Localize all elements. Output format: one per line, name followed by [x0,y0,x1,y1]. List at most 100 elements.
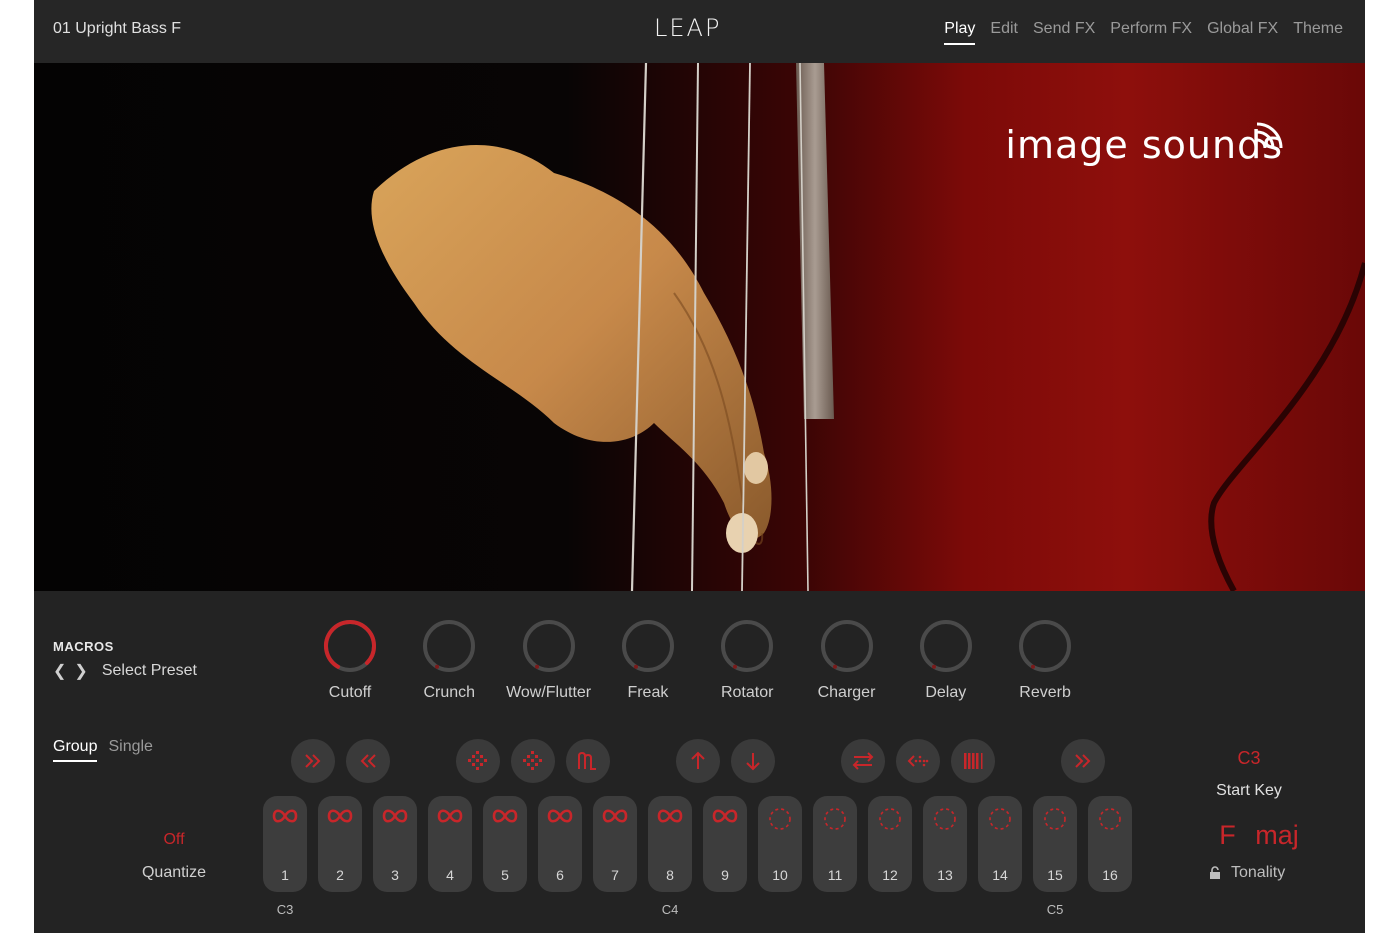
pad-number: 12 [882,867,898,883]
pad-number: 7 [611,867,619,883]
preset-name[interactable]: 01 Upright Bass F [53,20,181,38]
pad-icon-holder [986,806,1014,837]
pad-4[interactable]: 4 [428,796,472,892]
loop-infinity-icon [492,809,518,823]
scatter-reverse-icon [523,751,542,770]
tab-edit[interactable]: Edit [990,20,1018,45]
select-preset-button[interactable]: Select Preset [102,662,197,680]
pad-icon-holder [436,806,464,831]
pad-number: 6 [556,867,564,883]
macro-knob[interactable] [1017,618,1073,674]
pad-2[interactable]: 2 [318,796,362,892]
tab-global-fx[interactable]: Global FX [1207,20,1278,45]
pad-11[interactable]: 11 [813,796,857,892]
macro-knob[interactable] [620,618,676,674]
chevron-right-icon[interactable]: ❯ [74,661,87,681]
macro-knob[interactable] [819,618,875,674]
shape-wave-button[interactable] [566,739,610,783]
bars-icon [964,753,983,769]
macro-knob[interactable] [521,618,577,674]
loop-infinity-icon [382,809,408,823]
leap-logo: LEAP [654,14,722,42]
empty-slot-icon [769,808,791,830]
pad-15[interactable]: 15 [1033,796,1077,892]
start-key-value[interactable]: C3 [1199,748,1299,769]
macro-knob[interactable] [322,618,378,674]
pad-16[interactable]: 16 [1088,796,1132,892]
swap-icon [852,752,874,770]
macro-knob-wrapper: Crunch [404,618,494,702]
macro-knob-label: Rotator [720,684,774,701]
lock-icon[interactable] [1209,866,1221,880]
pad-14[interactable]: 14 [978,796,1022,892]
macro-knob-wrapper: Charger [802,618,892,702]
dotted-arrow-icon [907,755,929,767]
signal-waves-icon [1256,122,1283,149]
group-single-toggle: Group Single [53,738,153,762]
macro-knob-wrapper: Cutoff [305,618,395,702]
mode-single-button[interactable]: Single [108,738,152,762]
arrow-down-button[interactable] [731,739,775,783]
pad-number: 16 [1102,867,1118,883]
empty-slot-icon [1044,808,1066,830]
pad-icon-holder [656,806,684,831]
pad-5[interactable]: 5 [483,796,527,892]
tonality-label: Tonality [1231,864,1286,881]
macro-knob-wrapper: Wow/Flutter [504,618,594,702]
pad-number: 14 [992,867,1008,883]
pad-7[interactable]: 7 [593,796,637,892]
macro-knob-wrapper: Reverb [1000,618,1090,702]
fast-forward-button[interactable] [1061,739,1105,783]
rewind-button[interactable] [346,739,390,783]
swap-button[interactable] [841,739,885,783]
instrument-artwork: image sounds [34,63,1365,591]
arrow-up-button[interactable] [676,739,720,783]
arrow-down-icon [746,753,760,771]
pad-icon-holder [931,806,959,837]
macro-knob-label: Cutoff [328,684,372,701]
tab-perform-fx[interactable]: Perform FX [1110,20,1192,45]
macro-knob-label: Delay [925,684,967,701]
macro-knob-label: Crunch [423,684,476,701]
pad-8[interactable]: 8 [648,796,692,892]
scatter-reverse-button[interactable] [511,739,555,783]
pad-10[interactable]: 10 [758,796,802,892]
macro-knob[interactable] [918,618,974,674]
tonality-scale[interactable]: maj [1255,820,1299,850]
shape-wave-icon [578,751,596,770]
macro-knob-label: Freak [627,684,669,701]
loop-infinity-icon [437,809,463,823]
tab-play[interactable]: Play [944,20,976,45]
empty-slot-icon [934,808,956,830]
pad-number: 5 [501,867,509,883]
macro-knob-wrapper: Rotator [702,618,792,702]
pad-13[interactable]: 13 [923,796,967,892]
loop-infinity-icon [712,809,738,823]
chevron-left-icon[interactable]: ❮ [53,661,66,681]
pad-3[interactable]: 3 [373,796,417,892]
header-bar: 01 Upright Bass F LEAP Play Edit Send FX… [34,0,1365,63]
empty-slot-icon [824,808,846,830]
pad-1[interactable]: 1 [263,796,307,892]
macro-knob[interactable] [719,618,775,674]
mode-group-button[interactable]: Group [53,738,98,762]
pad-6[interactable]: 6 [538,796,582,892]
tab-theme[interactable]: Theme [1293,20,1343,45]
scatter-diagonal-icon [468,751,487,770]
bars-button[interactable] [951,739,995,783]
pad-9[interactable]: 9 [703,796,747,892]
note-label-c5: C5 [1046,902,1064,917]
loop-infinity-icon [602,809,628,823]
fast-forward-button[interactable] [291,739,335,783]
quantize-value[interactable]: Off [124,831,224,849]
pad-12[interactable]: 12 [868,796,912,892]
scatter-diagonal-button[interactable] [456,739,500,783]
tonality-selector[interactable]: F maj [1199,820,1319,851]
tab-send-fx[interactable]: Send FX [1033,20,1095,45]
pad-icon-holder [766,806,794,837]
tonality-key[interactable]: F [1219,820,1236,850]
macro-knob-label: Wow/Flutter [506,684,592,701]
dotted-arrow-button[interactable] [896,739,940,783]
macro-preset-nav: ❮ ❯ Select Preset [53,661,197,681]
macro-knob[interactable] [421,618,477,674]
